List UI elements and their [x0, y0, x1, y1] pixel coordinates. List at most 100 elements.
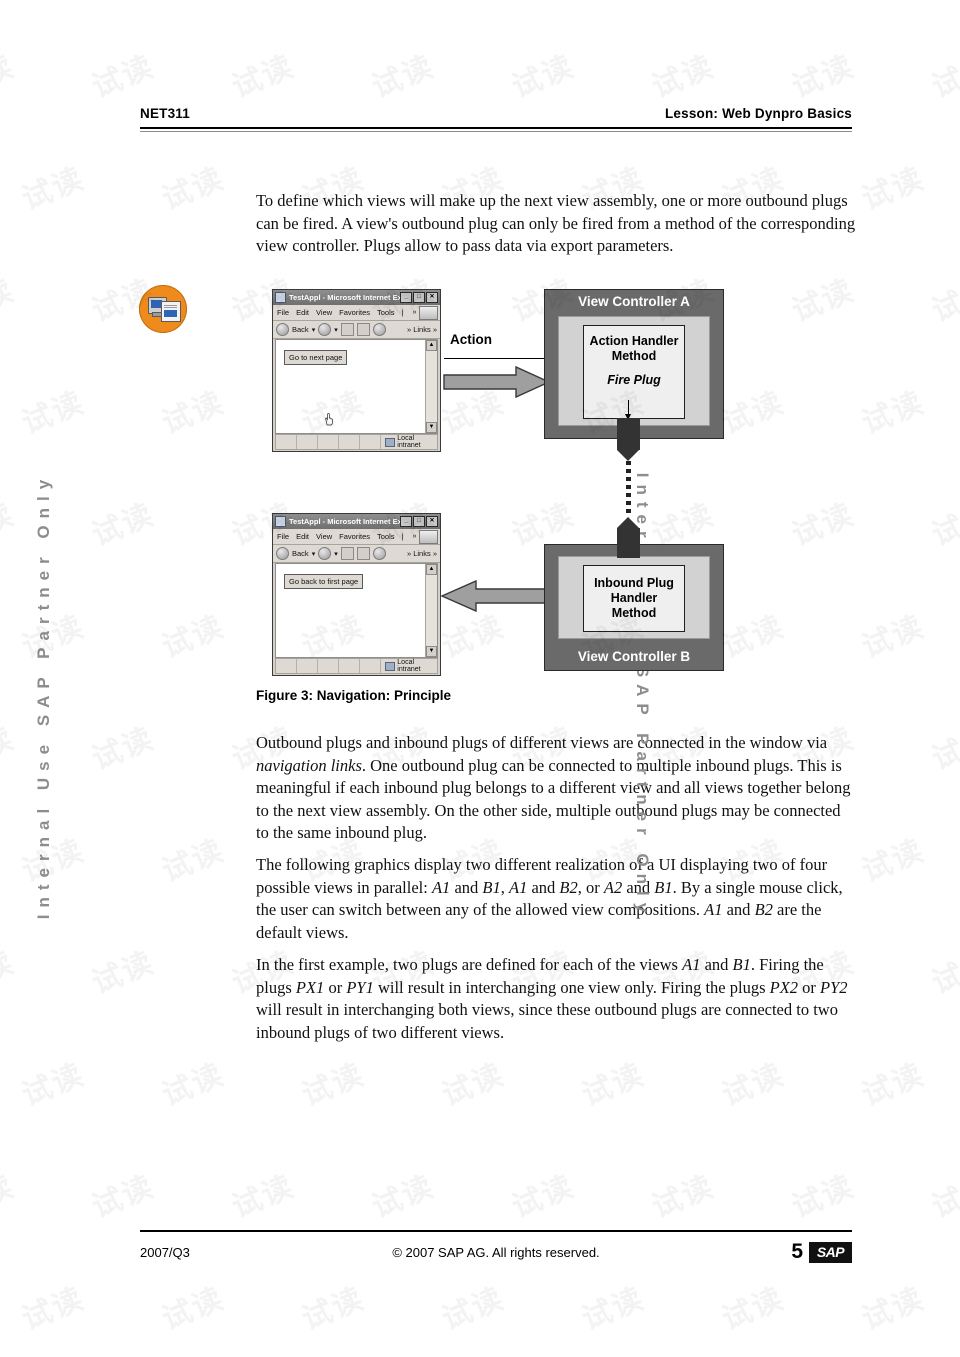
menu-item-favorites[interactable]: Favorites: [339, 532, 370, 541]
home-icon[interactable]: [372, 547, 386, 560]
ie-icon: [275, 292, 286, 303]
view-controller-b-title: View Controller B: [577, 649, 691, 664]
forward-arrow-icon[interactable]: [318, 547, 332, 560]
forward-dropdown-chevron-icon: ▾: [334, 326, 338, 334]
inbound-handler-line2: Handler: [610, 591, 658, 605]
fire-plug-arrow: [625, 400, 631, 420]
window-controls[interactable]: _ □ ✕: [400, 292, 438, 303]
p4-e: will result in interchanging one view on…: [373, 977, 770, 997]
menu-item-tools[interactable]: Tools: [377, 308, 395, 317]
maximize-button[interactable]: □: [413, 516, 425, 527]
p4-i6: PY2: [820, 977, 848, 997]
zone-label: Local intranet: [397, 659, 421, 673]
security-zone: Local intranet: [381, 659, 437, 673]
action-label: Action: [450, 332, 492, 347]
scroll-up-arrow-icon[interactable]: ▲: [426, 340, 437, 351]
forward-dropdown-chevron-icon: ▾: [334, 550, 338, 558]
links-bar[interactable]: » Links »: [407, 325, 437, 334]
back-arrow-icon[interactable]: [276, 323, 289, 336]
p4-g: will result in interchanging both views,…: [256, 1000, 838, 1042]
hand-cursor-icon: [325, 413, 333, 426]
browser-toolbar[interactable]: Back ▾ ▾ » Links »: [273, 545, 440, 563]
browser-toolbar[interactable]: Back ▾ ▾ » Links »: [273, 321, 440, 339]
menu-item-edit[interactable]: Edit: [296, 532, 309, 541]
ie-icon: [275, 516, 286, 527]
p3-i4: B2: [559, 877, 578, 897]
p3-i3: A1: [508, 877, 528, 897]
view-controller-b-inner: Inbound Plug Handler Method: [558, 556, 710, 639]
browser-brand-logo: [419, 306, 438, 320]
menu-overflow-chevron-icon[interactable]: »: [412, 533, 416, 540]
action-handler-method-box: Action Handler Method Fire Plug: [583, 325, 685, 419]
menu-item-file[interactable]: File: [277, 532, 289, 541]
p4-i2: B1: [732, 955, 751, 974]
menu-item-more[interactable]: |: [402, 308, 404, 317]
scroll-down-arrow-icon[interactable]: ▼: [426, 646, 437, 657]
menu-item-tools[interactable]: Tools: [377, 532, 395, 541]
view-controller-a-inner: Action Handler Method Fire Plug: [558, 316, 710, 426]
header-course-code: NET311: [140, 106, 190, 121]
page-number: 5: [791, 1240, 803, 1263]
links-chevron-icon[interactable]: »: [433, 325, 437, 334]
browser-titlebar: TestAppl - Microsoft Internet Expl... _ …: [273, 514, 440, 529]
menu-item-view[interactable]: View: [316, 308, 332, 317]
close-button[interactable]: ✕: [426, 292, 438, 303]
view-controller-a-box: View Controller A Action Handler Method …: [544, 289, 724, 439]
scroll-up-arrow-icon[interactable]: ▲: [426, 564, 437, 575]
p3-i7: A1: [704, 900, 723, 919]
back-label[interactable]: Back: [292, 325, 309, 334]
p4-i5: PX2: [769, 977, 799, 997]
browser-menubar[interactable]: File Edit View Favorites Tools | »: [273, 529, 440, 545]
p4-i4: PY1: [346, 977, 374, 997]
footer-right-group: 5 SAP: [672, 1240, 852, 1264]
vertical-scrollbar[interactable]: ▲ ▼: [425, 564, 437, 657]
maximize-button[interactable]: □: [413, 292, 425, 303]
paragraph-intro: To define which views will make up the n…: [256, 191, 856, 255]
menu-overflow-chevron-icon[interactable]: »: [412, 309, 416, 316]
back-dropdown-chevron-icon: ▾: [311, 326, 316, 334]
go-back-to-first-page-button[interactable]: Go back to first page: [284, 574, 364, 589]
vertical-scrollbar[interactable]: ▲ ▼: [425, 340, 437, 433]
minimize-button[interactable]: _: [400, 292, 412, 303]
p3-i1: A1: [431, 877, 451, 897]
toolbar-overflow-chevron-icon[interactable]: »: [407, 325, 411, 334]
refresh-icon[interactable]: [356, 547, 370, 560]
menu-item-more[interactable]: |: [402, 532, 404, 541]
footer-rule: [140, 1230, 852, 1232]
p4-f: or: [798, 977, 821, 997]
footer-quarter: 2007/Q3: [140, 1244, 190, 1260]
browser-brand-logo: [419, 530, 438, 544]
browser-window-second: TestAppl - Microsoft Internet Expl... _ …: [272, 513, 441, 676]
stop-icon[interactable]: [340, 323, 354, 336]
menu-item-view[interactable]: View: [316, 532, 332, 541]
back-arrow-icon[interactable]: [276, 547, 289, 560]
menu-item-file[interactable]: File: [277, 308, 289, 317]
menu-item-favorites[interactable]: Favorites: [339, 308, 370, 317]
close-button[interactable]: ✕: [426, 516, 438, 527]
minimize-button[interactable]: _: [400, 516, 412, 527]
inbound-handler-line3: Method: [611, 606, 657, 620]
scroll-down-arrow-icon[interactable]: ▼: [426, 422, 437, 433]
page-icon-shape: [161, 301, 181, 322]
links-label[interactable]: Links: [413, 549, 431, 558]
p3-b: and: [450, 877, 483, 897]
browser-menubar[interactable]: File Edit View Favorites Tools | »: [273, 305, 440, 321]
links-bar[interactable]: » Links »: [407, 549, 437, 558]
window-controls[interactable]: _ □ ✕: [400, 516, 438, 527]
links-label[interactable]: Links: [413, 325, 431, 334]
block-arrow-left: [440, 579, 549, 613]
home-icon[interactable]: [372, 323, 386, 336]
page-header: NET311 Lesson: Web Dynpro Basics: [140, 106, 852, 124]
figure-navigation-principle: TestAppl - Microsoft Internet Expl... _ …: [256, 285, 856, 683]
p4-i1: A1: [682, 955, 701, 974]
links-chevron-icon[interactable]: »: [433, 549, 437, 558]
back-label[interactable]: Back: [292, 549, 309, 558]
toolbar-overflow-chevron-icon[interactable]: »: [407, 549, 411, 558]
menu-item-edit[interactable]: Edit: [296, 308, 309, 317]
forward-arrow-icon[interactable]: [318, 323, 332, 336]
go-to-next-page-button[interactable]: Go to next page: [284, 350, 348, 365]
stop-icon[interactable]: [340, 547, 354, 560]
view-controller-b-box: Inbound Plug Handler Method View Control…: [544, 544, 724, 671]
paragraph-view-compositions: The following graphics display two diffe…: [256, 854, 856, 944]
refresh-icon[interactable]: [356, 323, 370, 336]
